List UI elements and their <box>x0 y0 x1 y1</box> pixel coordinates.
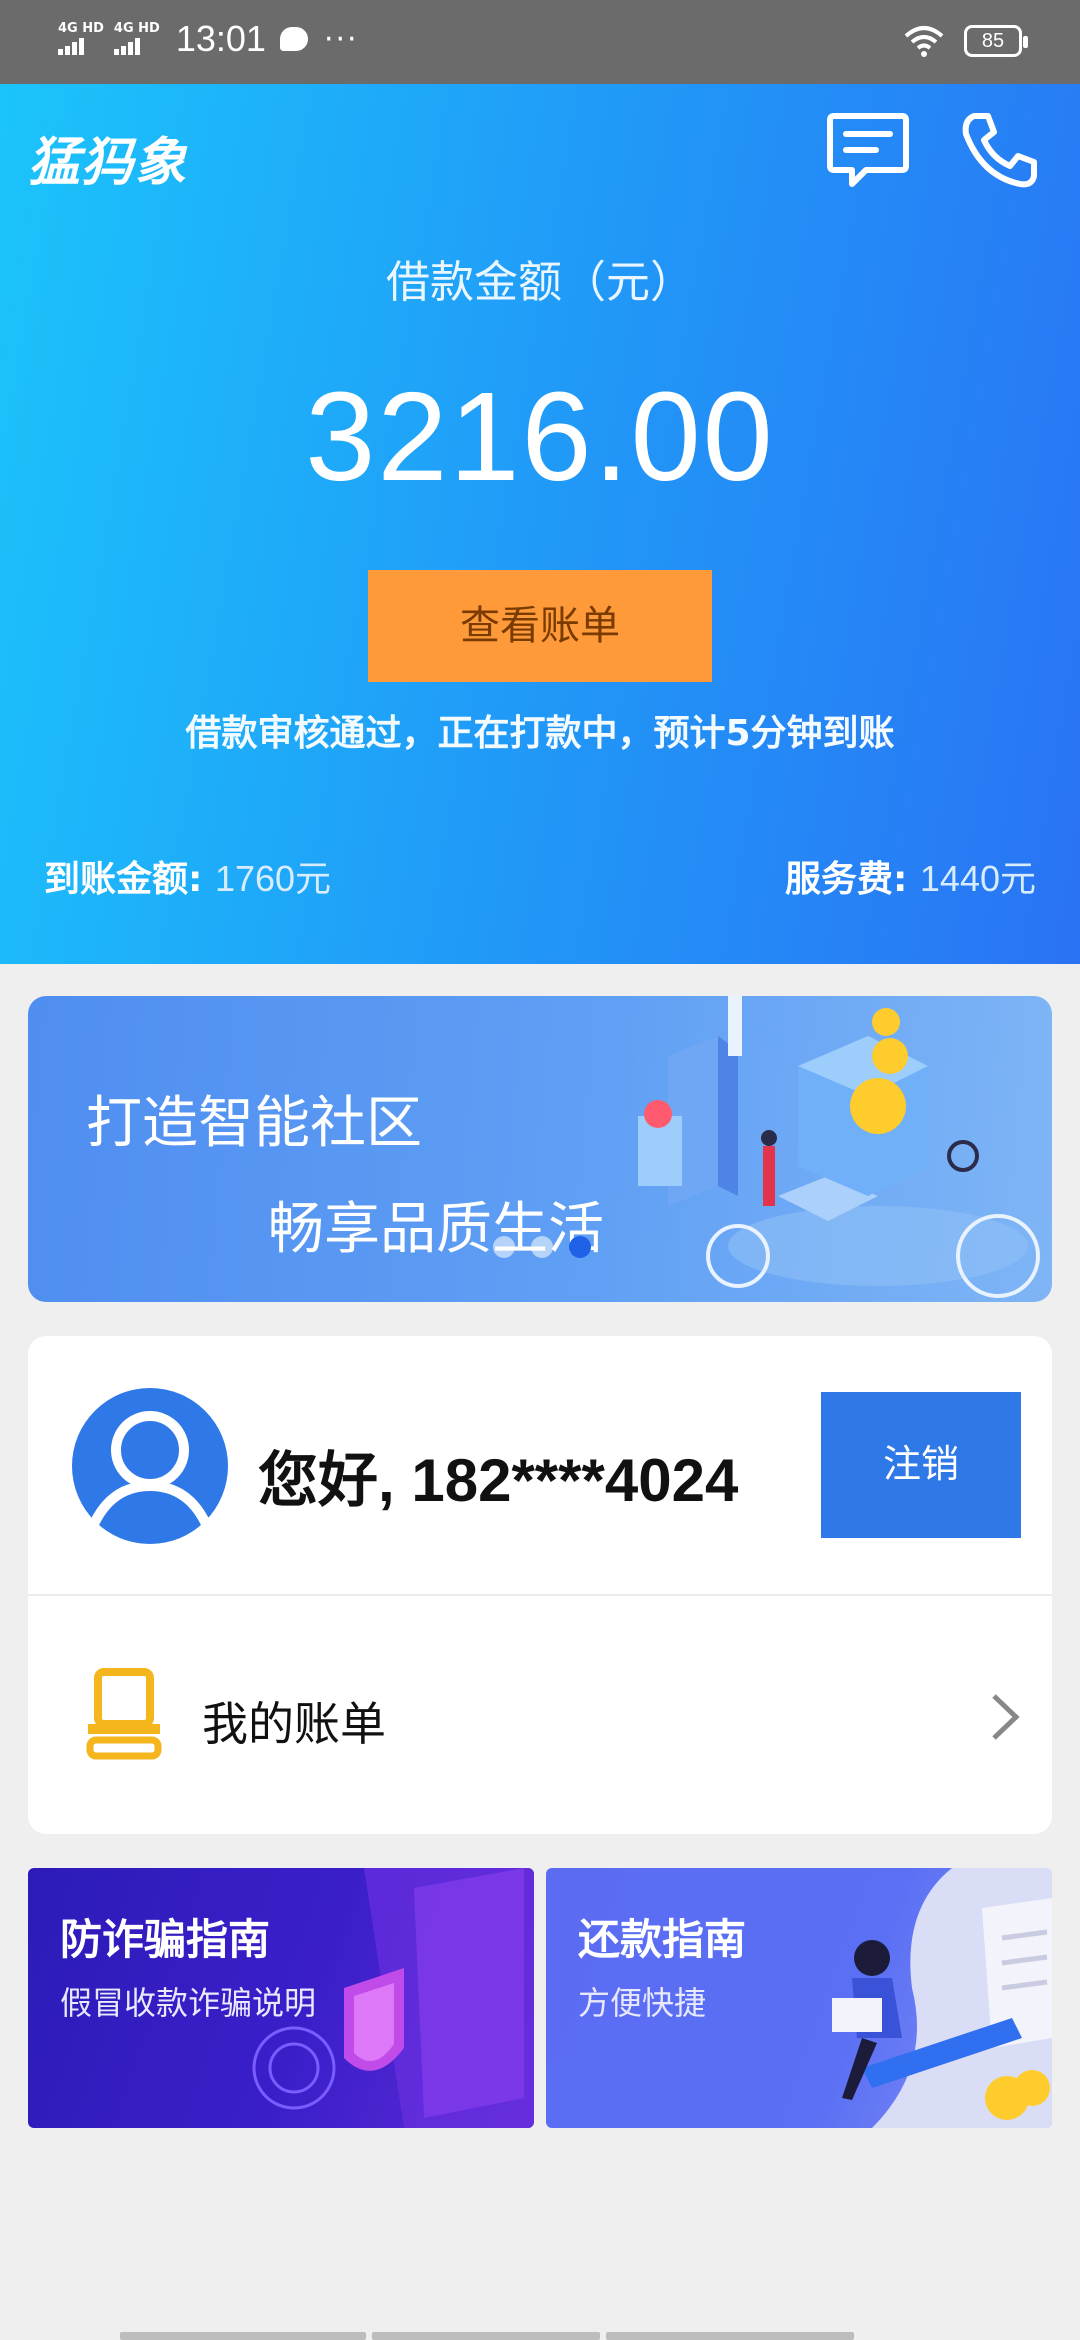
my-bill-row[interactable]: 我的账单 <box>28 1596 1052 1834</box>
received-amount: 到账金额: 1760元 <box>44 850 331 902</box>
status-bar: 4G HD 4G HD 13:01 ··· 85 <box>0 0 1080 84</box>
banner-dot-active[interactable] <box>569 1236 591 1258</box>
my-bill-label: 我的账单 <box>202 1697 386 1751</box>
status-left: 4G HD 4G HD 13:01 ··· <box>58 18 359 60</box>
signal-1: 4G HD <box>58 21 104 55</box>
banner-dot[interactable] <box>493 1236 515 1258</box>
loan-amount-label: 借款金额（元） <box>386 257 694 308</box>
repayment-illustration <box>832 1868 1052 2128</box>
banner-dot[interactable] <box>531 1236 553 1258</box>
anti-fraud-guide-card[interactable]: 防诈骗指南 假冒收款诈骗说明 <box>28 1868 534 2128</box>
user-avatar-icon <box>72 1388 228 1544</box>
service-fee: 服务费: 1440元 <box>785 850 1036 902</box>
banner-pagination <box>493 1236 591 1258</box>
service-fee-value: 1440元 <box>919 858 1036 899</box>
repayment-guide-card[interactable]: 还款指南 方便快捷 <box>546 1868 1052 2128</box>
status-right: 85 <box>904 24 1028 58</box>
wifi-icon <box>904 26 944 57</box>
loan-status-message: 借款审核通过，正在打款中，预计5分钟到账 <box>185 713 895 754</box>
shield-icon <box>252 1868 534 2128</box>
signal-bars-icon <box>113 37 140 55</box>
signal-bars-icon <box>58 37 84 55</box>
signal-1-label: 4G HD <box>58 21 104 36</box>
brand-logo: 猛犸象 <box>28 133 188 193</box>
repayment-title: 还款指南 <box>578 1915 747 1964</box>
user-card: 您好, 182****4024 注销 我的账单 <box>28 1336 1052 1834</box>
message-icon[interactable] <box>826 110 910 190</box>
more-notifications-icon: ··· <box>323 21 359 57</box>
smart-city-illustration <box>638 996 1040 1298</box>
battery-level: 85 <box>981 30 1005 52</box>
loan-amount-value: 3216.00 <box>305 366 775 507</box>
received-amount-label: 到账金额: <box>44 859 203 900</box>
signal-2-label: 4G HD <box>113 21 160 36</box>
battery-icon: 85 <box>964 25 1028 57</box>
bill-icon <box>86 1668 162 1760</box>
received-amount-value: 1760元 <box>214 858 332 899</box>
signal-2: 4G HD <box>113 21 160 55</box>
service-fee-label: 服务费: <box>784 859 908 900</box>
banner-line-1: 打造智能社区 <box>86 1091 422 1156</box>
user-greeting: 您好, 182****4024 <box>258 1447 739 1514</box>
gesture-bar <box>120 2332 962 2340</box>
chat-notification-icon <box>279 27 308 51</box>
promo-banner[interactable]: 打造智能社区 畅享品质生活 <box>28 996 1052 1302</box>
repayment-subtitle: 方便快捷 <box>578 1984 707 2022</box>
loan-hero: 猛犸象 借款金额（元） 3216.00 查看账单 借款审核通过，正在打款中，预计… <box>0 84 1080 964</box>
chevron-right-icon <box>992 1694 1020 1740</box>
logout-button[interactable]: 注销 <box>821 1392 1021 1538</box>
clock: 13:01 <box>175 18 266 59</box>
view-bill-button[interactable]: 查看账单 <box>368 570 712 682</box>
phone-icon[interactable] <box>956 110 1040 190</box>
